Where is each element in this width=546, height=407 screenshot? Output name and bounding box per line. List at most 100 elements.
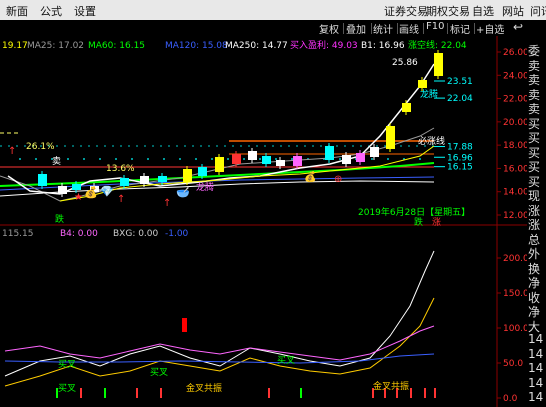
price-tick-label: 24.00 (503, 71, 527, 81)
toolbar-overlay[interactable]: 叠加 (346, 21, 366, 36)
toolbar-separator (474, 23, 475, 34)
sub-bar (424, 388, 426, 398)
price-tick-label: 26.00 (503, 48, 527, 58)
toolbar-separator (397, 23, 398, 34)
toolbar-mark[interactable]: 标记 (450, 21, 470, 36)
sub-tick-label: 100.0 (503, 324, 527, 334)
stat-label-1: 跌 (55, 214, 64, 225)
sub-bar (160, 388, 162, 398)
toolbar-draw-line[interactable]: 画线 (399, 21, 419, 36)
golden-cross-label: 金叉共振 (373, 380, 409, 392)
grid-dot (163, 158, 165, 160)
grid-dot (243, 158, 245, 160)
price-tag: 16.15 (447, 163, 473, 173)
quote-panel-label: 14 (528, 346, 544, 361)
price-tick-label: 12.00 (503, 211, 527, 221)
candle-body (262, 156, 271, 164)
candle-body (120, 178, 129, 186)
chart-background (0, 36, 527, 407)
candle-body (72, 184, 81, 190)
sub-bar (410, 388, 412, 398)
up-arrow-icon: ↑ (117, 194, 125, 205)
price-tick-label: 16.00 (503, 164, 527, 174)
menu-item-help[interactable]: 问讯 (530, 3, 546, 19)
must-rise-label: 必涨线 (418, 135, 445, 147)
toolbar-f10[interactable]: F10 (426, 21, 444, 32)
grid-dot (115, 158, 117, 160)
sub-bar (434, 388, 436, 398)
pct-label-1: 26.1% (26, 142, 55, 152)
bowl-icon: 🥣 (176, 186, 190, 199)
menu-item-new[interactable]: 新面 (6, 3, 28, 19)
grid-dot (371, 158, 373, 160)
toolbar-add-watchlist[interactable]: +自选 (476, 21, 504, 36)
grid-dot (275, 158, 277, 160)
grid-dot (83, 158, 85, 160)
menu-item-settings[interactable]: 设置 (74, 3, 96, 19)
sub-bar (268, 388, 270, 398)
current-price: 19.17 (2, 41, 28, 51)
bxg-label: BXG: 0.00 (113, 229, 159, 239)
candle-body (198, 167, 207, 176)
golden-cross-label: 金叉共振 (186, 382, 222, 394)
b4-label: B4: 0.00 (60, 229, 98, 239)
toolbar-restore-rights[interactable]: 复权 (319, 21, 339, 36)
candle-body (58, 186, 67, 194)
grid-dot (67, 158, 69, 160)
ma25-label: MA25: 17.02 (27, 41, 84, 51)
red-cross-icon: ⊕ (334, 174, 342, 185)
up-arrow-icon: ↑ (163, 198, 171, 209)
candle-body (140, 176, 149, 184)
bull-line-label: 涨空线: 22.04 (408, 39, 467, 51)
back-arrow-icon[interactable]: ↩ (513, 20, 523, 34)
grid-dot (131, 158, 133, 160)
candle-body (386, 126, 395, 149)
price-tag: 22.04 (447, 94, 473, 104)
candle-body (434, 53, 443, 76)
diamond-icon: 💎 (100, 185, 114, 198)
menu-item-trading[interactable]: 证券交易 (384, 3, 428, 19)
quote-panel-label: 14 (528, 332, 544, 346)
sub-tick-label: 150.0 (503, 289, 527, 299)
menu-item-watchlist[interactable]: 自选 (472, 3, 494, 19)
ma60-label: MA60: 16.15 (88, 41, 145, 51)
toolbar-separator (423, 23, 424, 34)
grid-dot (291, 158, 293, 160)
high-price-label: 25.86 (392, 58, 418, 68)
main-chart[interactable]: 26.00 24.00 22.00 20.00 18.00 16.00 14.00 12.00… (0, 36, 527, 407)
menu-item-website[interactable]: 网站 (502, 3, 524, 19)
indicator-legend: 19.17 MA25: 17.02 MA60: 16.15 MA120: 15.… (2, 39, 467, 51)
toolbar-statistics[interactable]: 统计 (373, 21, 393, 36)
money-bag-icon: 💰 (84, 186, 98, 199)
price-tick-label: 14.00 (503, 188, 527, 198)
sub-bar (104, 388, 106, 398)
quote-panel-label: 14 (528, 375, 544, 390)
date-label: 2019年6月28日【星期五】 (358, 206, 470, 218)
buy-cross-label: 买叉 (150, 367, 168, 378)
menu-bar: 新面 公式 设置 证券交易 期权交易 自选 网站 问讯 (0, 0, 546, 20)
pct-label-2: 13.6% (106, 164, 135, 174)
extra-label: -1.00 (165, 229, 189, 239)
toolbar-separator (343, 23, 344, 34)
menu-item-formula[interactable]: 公式 (40, 3, 62, 19)
candle-body (183, 169, 192, 182)
quote-panel-label: 14 (528, 390, 544, 404)
buy-cross-label: 买叉 (58, 383, 76, 394)
grid-dot (99, 158, 101, 160)
sub-tick-label: 50.0 (503, 359, 523, 369)
sell-tag: 卖 (52, 156, 61, 167)
grid-dot (419, 158, 421, 160)
sub-value: 115.15 (2, 229, 34, 239)
ma250-label: MA250: 14.77 (225, 41, 288, 51)
quote-panel-label: 14 (528, 361, 544, 375)
grid-dot (35, 158, 37, 160)
menu-item-options[interactable]: 期权交易 (426, 3, 470, 19)
candle-body (293, 156, 302, 166)
grid-dot (195, 158, 197, 160)
grid-dot (211, 158, 213, 160)
b1-label: B1: 16.96 (361, 41, 405, 51)
grid-dot (19, 158, 21, 160)
dragon-label: 龙腾 (196, 181, 214, 193)
candle-body (325, 146, 334, 160)
candle-body (276, 160, 285, 166)
